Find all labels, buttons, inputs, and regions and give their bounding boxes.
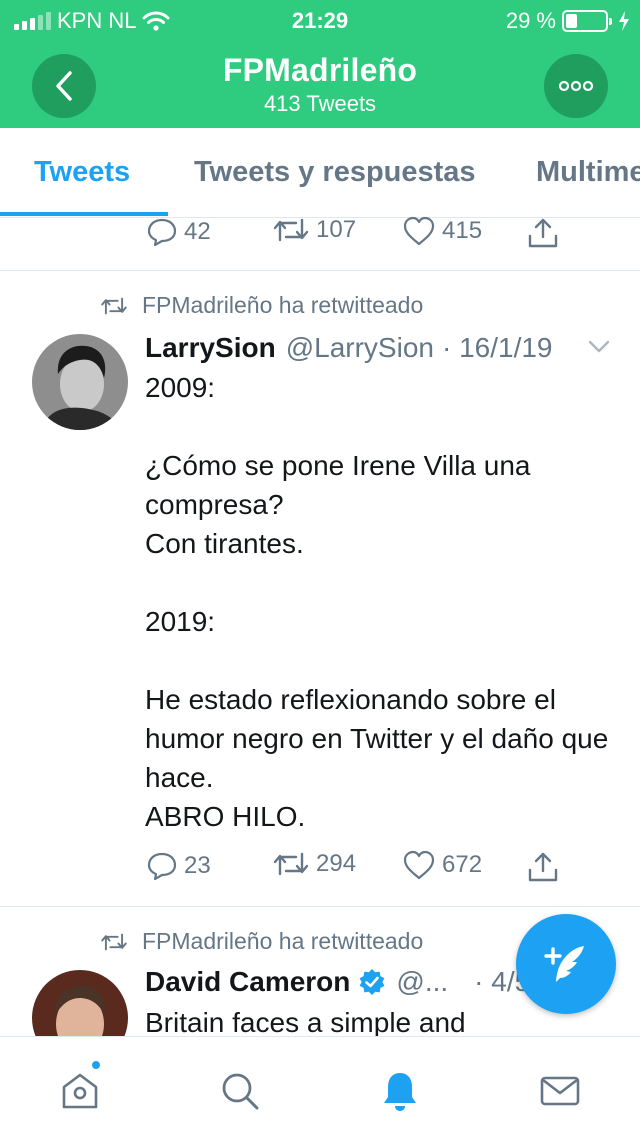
bottom-navigation	[0, 1036, 640, 1136]
avatar-photo	[32, 334, 128, 430]
retweet-count: 294	[316, 850, 357, 877]
profile-header: KPN NL 21:29 29 % FPMadrileño 413 Tweets	[0, 0, 640, 128]
tweet-header: David Cameron @... · 4/5	[145, 966, 530, 998]
search-icon	[222, 1073, 259, 1110]
share-button[interactable]	[526, 216, 560, 250]
nav-notifications[interactable]	[376, 1067, 424, 1115]
more-options-button[interactable]	[544, 54, 608, 118]
heart-icon	[403, 216, 435, 246]
divider	[0, 906, 640, 907]
previous-tweet-actions: 42 107 415	[0, 216, 640, 256]
nav-search[interactable]	[216, 1067, 264, 1115]
reply-count: 42	[184, 218, 211, 245]
tab-media[interactable]: Multime	[536, 156, 640, 189]
tab-tweets[interactable]: Tweets	[34, 156, 130, 189]
tweet-text: 2009: ¿Cómo se pone Irene Villa una comp…	[145, 372, 609, 832]
reply-icon	[147, 852, 177, 881]
tweet-header: LarrySion @LarrySion · 16/1/19	[145, 332, 553, 364]
like-button[interactable]: 415	[402, 216, 482, 246]
battery-area: 29 %	[506, 8, 630, 34]
share-icon	[528, 218, 558, 248]
like-count: 415	[442, 217, 483, 244]
reply-icon	[147, 218, 177, 247]
profile-tabs: Tweets Tweets y respuestas Multime	[0, 128, 640, 218]
compose-tweet-button[interactable]	[516, 914, 616, 1014]
retweet-context-text: FPMadrileño ha retwitteado	[142, 928, 424, 954]
tweet-menu-button[interactable]	[588, 340, 610, 359]
nav-home[interactable]	[56, 1067, 104, 1115]
notifications-bell-icon	[384, 1073, 416, 1111]
retweet-icon	[273, 218, 309, 242]
author-name[interactable]: LarrySion	[145, 332, 276, 364]
reply-count: 23	[184, 852, 211, 879]
like-count: 672	[442, 851, 483, 878]
retweet-context: FPMadrileño ha retwitteado	[100, 928, 423, 955]
retweet-button[interactable]: 294	[272, 850, 356, 878]
battery-percent: 29 %	[505, 8, 556, 33]
more-options-icon	[558, 80, 594, 92]
retweet-context: FPMadrileño ha retwitteado	[100, 292, 423, 319]
reply-button[interactable]: 23	[146, 850, 211, 882]
retweet-button[interactable]: 107	[272, 216, 356, 244]
author-name[interactable]: David Cameron	[145, 966, 350, 998]
messages-envelope-icon	[540, 1076, 580, 1106]
heart-icon	[403, 850, 435, 880]
tab-tweets-and-replies[interactable]: Tweets y respuestas	[194, 156, 476, 189]
like-button[interactable]: 672	[402, 850, 482, 880]
reply-button[interactable]: 42	[146, 216, 211, 248]
retweet-count: 107	[316, 216, 357, 243]
status-bar: KPN NL 21:29 29 %	[0, 0, 640, 40]
divider	[0, 270, 640, 271]
tweet-count: 413 Tweets	[263, 91, 377, 116]
retweet-context-text: FPMadrileño ha retwitteado	[142, 292, 424, 318]
author-handle[interactable]: @LarrySion	[286, 332, 434, 364]
author-handle[interactable]: @...	[396, 966, 448, 998]
charging-icon	[619, 11, 629, 31]
tweet-actions: 23 294 672	[0, 850, 640, 890]
chevron-down-icon	[588, 340, 610, 353]
share-button[interactable]	[526, 850, 560, 884]
verified-badge-icon	[360, 969, 385, 995]
compose-tweet-icon	[544, 946, 584, 982]
battery-icon	[562, 10, 612, 32]
retweet-icon	[101, 297, 127, 314]
share-icon	[528, 852, 558, 882]
retweet-icon	[273, 852, 309, 876]
tweet-date: · 16/1/19	[441, 332, 553, 363]
home-icon	[62, 1073, 98, 1109]
nav-messages[interactable]	[536, 1067, 584, 1115]
home-notification-dot	[90, 1059, 102, 1071]
avatar[interactable]	[32, 334, 128, 430]
retweet-icon	[101, 933, 127, 950]
